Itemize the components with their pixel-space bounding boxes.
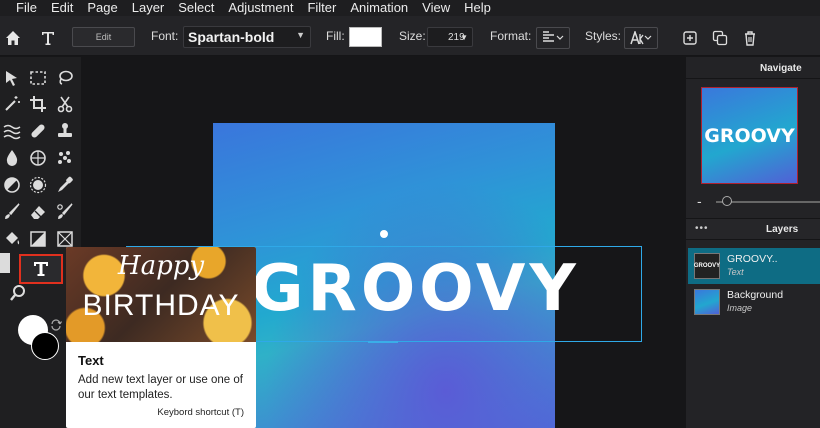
navigate-title: Navigate	[760, 63, 802, 74]
layer-name: GROOVY..	[727, 253, 778, 265]
trash-icon[interactable]	[742, 30, 758, 46]
frame-icon[interactable]	[55, 229, 75, 249]
burn-icon[interactable]	[28, 175, 48, 195]
more-options-icon[interactable]: •••	[695, 223, 709, 234]
menu-filter[interactable]: Filter	[307, 0, 336, 16]
chevron-down-icon: ▼	[296, 30, 305, 40]
menu-help[interactable]: Help	[464, 0, 491, 16]
right-panel: Navigate GROOVY - ••• Layers GROOVY GROO…	[686, 57, 820, 428]
navigator-thumbnail[interactable]: GROOVY	[701, 87, 798, 184]
layer-thumbnail: GROOVY	[694, 253, 720, 279]
zoom-icon[interactable]	[8, 283, 28, 303]
layer-thumbnail	[694, 289, 720, 315]
duplicate-icon[interactable]	[712, 30, 728, 46]
format-dropdown[interactable]	[536, 27, 570, 49]
tooltip-title: Text	[78, 353, 104, 368]
text-tool-icon	[34, 262, 48, 276]
styles-dropdown[interactable]	[624, 27, 658, 49]
layers-header: ••• Layers	[686, 218, 820, 240]
fill-label: Fill:	[326, 29, 345, 43]
text-tool-button[interactable]	[19, 254, 63, 284]
align-icon	[543, 31, 564, 42]
font-select[interactable]: Spartan-bold ▼	[183, 26, 311, 48]
background-color[interactable]	[31, 332, 59, 360]
layers-title: Layers	[766, 224, 799, 235]
font-label: Font:	[151, 29, 179, 43]
dots-icon[interactable]	[55, 148, 75, 168]
lasso-icon[interactable]	[55, 68, 75, 88]
cut-icon[interactable]	[55, 94, 75, 114]
menu-bar: File Edit Page Layer Select Adjustment F…	[0, 0, 820, 16]
template-text-happy: Happy	[117, 251, 205, 281]
tooltip-shortcut: Keybord shortcut (T)	[157, 407, 244, 418]
dodge-icon[interactable]	[2, 175, 22, 195]
canvas-text[interactable]: GROOVY	[251, 253, 580, 325]
shape-tool-partial[interactable]	[0, 253, 10, 273]
edit-button[interactable]: Edit	[72, 27, 135, 47]
menu-layer[interactable]: Layer	[132, 0, 165, 16]
eraser-icon[interactable]	[28, 202, 48, 222]
size-select[interactable]: 219 ▼	[427, 27, 473, 47]
menu-edit[interactable]: Edit	[51, 0, 73, 16]
layer-name: Background	[727, 289, 784, 301]
zoom-slider-knob[interactable]	[722, 196, 732, 206]
chevron-down-icon: ▼	[460, 32, 468, 42]
text-style-icon	[630, 31, 652, 45]
marquee-icon[interactable]	[28, 68, 48, 88]
stamp-icon[interactable]	[55, 121, 75, 141]
menu-adjustment[interactable]: Adjustment	[228, 0, 293, 16]
layer-type: Text	[727, 267, 744, 277]
tooltip-description: Add new text layer or use one of our tex…	[78, 374, 243, 401]
select-arrow-icon[interactable]	[2, 68, 22, 88]
rotate-handle[interactable]	[380, 230, 388, 238]
styles-label: Styles:	[585, 29, 622, 43]
move-handle[interactable]	[368, 341, 398, 343]
format-label: Format:	[490, 29, 532, 43]
menu-view[interactable]: View	[422, 0, 450, 16]
text-type-icon	[42, 32, 54, 45]
bucket-icon[interactable]	[2, 229, 22, 249]
zoom-out-icon[interactable]: -	[697, 193, 702, 209]
template-text-birthday: BIRTHDAY	[82, 289, 240, 322]
crop-icon[interactable]	[28, 94, 48, 114]
add-layer-icon[interactable]	[682, 30, 698, 46]
font-value: Spartan-bold	[188, 29, 275, 45]
menu-animation[interactable]: Animation	[350, 0, 408, 16]
menu-file[interactable]: File	[16, 0, 37, 16]
menu-select[interactable]: Select	[178, 0, 214, 16]
swap-colors-icon[interactable]	[50, 319, 62, 331]
healing-icon[interactable]	[28, 121, 48, 141]
blur-drop-icon[interactable]	[2, 148, 22, 168]
brush-icon[interactable]	[2, 202, 22, 222]
home-icon[interactable]	[5, 30, 21, 46]
layer-item-background[interactable]: Background Image	[688, 284, 820, 320]
gradient-icon[interactable]	[28, 229, 48, 249]
sponge-icon[interactable]	[28, 148, 48, 168]
menu-page[interactable]: Page	[87, 0, 117, 16]
size-label: Size:	[399, 29, 426, 43]
layer-type: Image	[727, 303, 753, 313]
fill-color-swatch[interactable]	[349, 27, 382, 47]
eyedropper-icon[interactable]	[55, 175, 75, 195]
clone-brush-icon[interactable]	[55, 202, 75, 222]
text-tool-tooltip: Happy BIRTHDAY Text Add new text layer o…	[66, 247, 256, 428]
navigator-thumb-text: GROOVY	[704, 124, 795, 147]
wand-icon[interactable]	[2, 94, 22, 114]
layer-item-groovy[interactable]: GROOVY GROOVY.. Text	[688, 248, 820, 284]
liquify-icon[interactable]	[2, 121, 22, 141]
